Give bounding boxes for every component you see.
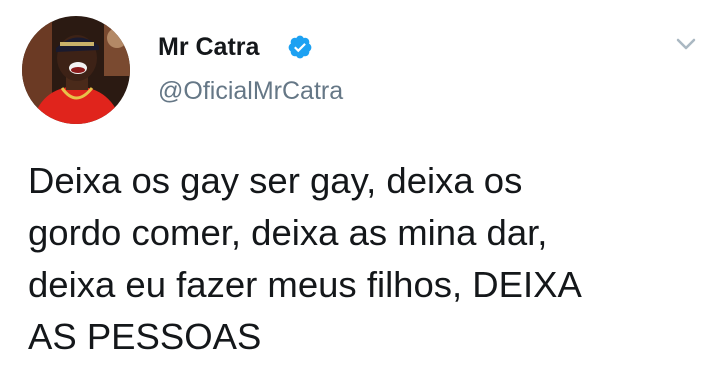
display-name[interactable]: Mr Catra [158, 32, 259, 62]
tweet-text: Deixa os gay ser gay, deixa os gordo com… [28, 160, 582, 357]
user-handle[interactable]: @OficialMrCatra [158, 75, 343, 107]
avatar-image [22, 16, 130, 124]
avatar[interactable] [22, 16, 130, 124]
verified-badge-icon [288, 35, 312, 59]
tweet-card: Mr Catra @OficialMrCatra Deixa os gay se… [0, 0, 720, 377]
chevron-down-icon[interactable] [672, 34, 700, 54]
